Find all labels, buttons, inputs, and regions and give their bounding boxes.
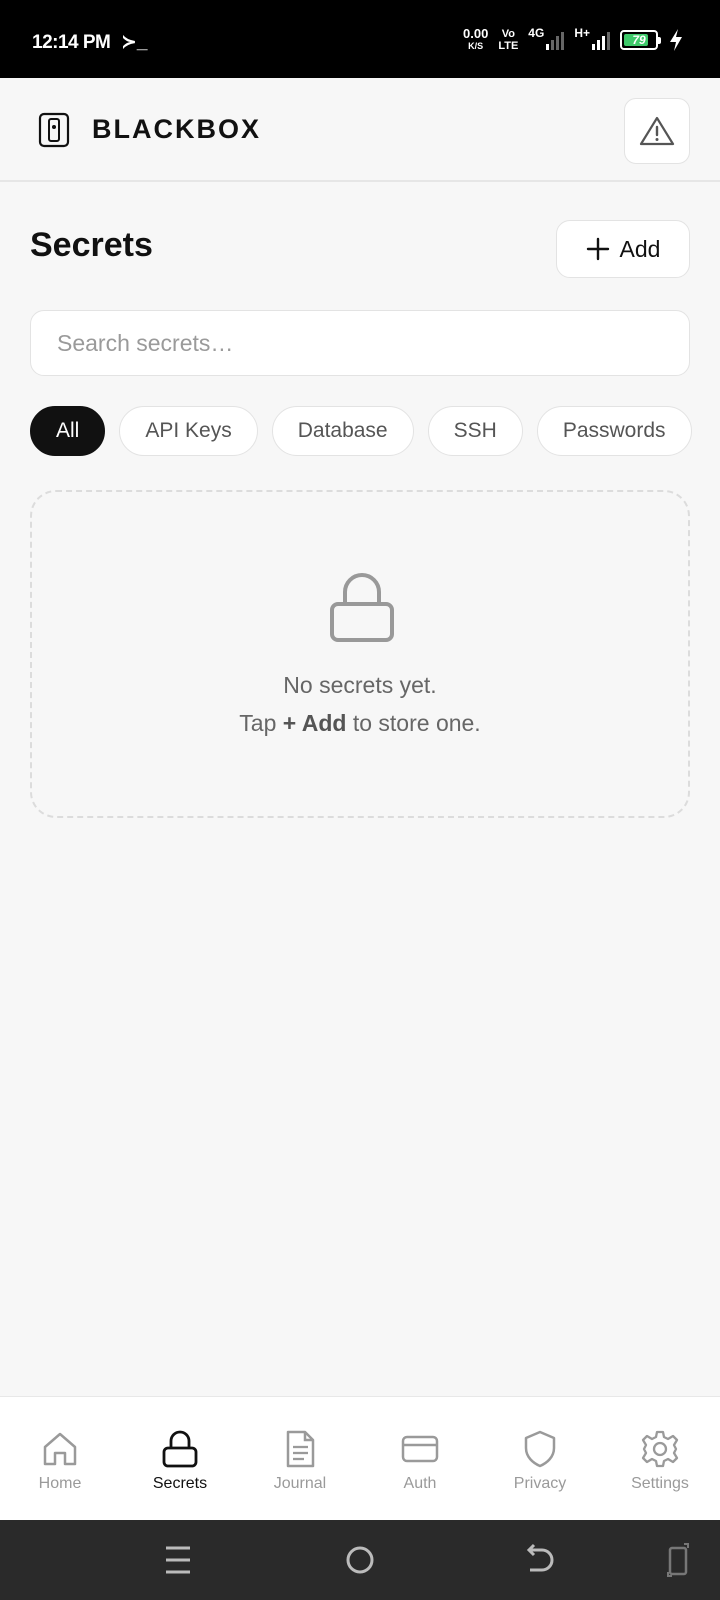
nav-item-home[interactable]: Home — [0, 1397, 120, 1520]
nav-item-journal[interactable]: Journal — [240, 1397, 360, 1520]
menu-icon[interactable] — [164, 1540, 192, 1580]
charging-icon — [670, 29, 682, 51]
back-icon[interactable] — [524, 1540, 556, 1580]
app-header: BLACKBOX — [0, 78, 720, 182]
system-navigation-bar — [0, 1520, 720, 1600]
empty-state-title: No secrets yet. — [283, 672, 437, 698]
signal-bars-icon — [546, 30, 565, 50]
lock-icon — [330, 573, 394, 642]
signal-sim2: H+ — [574, 26, 610, 50]
nav-label-settings: Settings — [631, 1475, 689, 1492]
battery-icon: 79 — [620, 30, 661, 50]
alert-button[interactable] — [624, 98, 690, 164]
app-brand: BLACKBOX — [92, 114, 261, 144]
network-type-1: 4G — [528, 26, 545, 40]
nav-item-auth[interactable]: Auth — [360, 1397, 480, 1520]
filter-chip-all[interactable]: All — [30, 406, 106, 456]
signal-bars-icon — [592, 30, 610, 50]
nav-item-secrets[interactable]: Secrets — [120, 1397, 240, 1520]
network-speed-value: 0.00 — [463, 26, 489, 41]
nav-label-home: Home — [38, 1475, 82, 1492]
hint-suffix: to store one. — [346, 710, 481, 736]
page-title: Secrets — [30, 226, 153, 264]
volte-top: Vo — [501, 28, 515, 40]
home-icon — [43, 1432, 77, 1466]
card-icon — [401, 1435, 439, 1463]
rotate-icon[interactable] — [664, 1540, 692, 1580]
gear-icon — [641, 1430, 679, 1468]
nav-item-privacy[interactable]: Privacy — [480, 1397, 600, 1520]
home-circle-icon[interactable] — [344, 1540, 376, 1580]
plus-icon — [586, 237, 609, 261]
status-bar: 12:14 PM ≻_ 0.00 K/S Vo LTE 4G H+ 79 — [0, 0, 720, 78]
hint-prefix: Tap — [239, 710, 283, 736]
device-icon — [38, 112, 70, 148]
filter-chip-passwords[interactable]: Passwords — [536, 406, 692, 456]
nav-label-auth: Auth — [403, 1475, 437, 1492]
filter-chip-api-keys[interactable]: API Keys — [119, 406, 258, 456]
network-speed-unit: K/S — [468, 41, 484, 51]
filter-chip-ssh[interactable]: SSH — [427, 406, 523, 456]
nav-label-journal: Journal — [273, 1475, 327, 1492]
filter-chip-database[interactable]: Database — [271, 406, 414, 456]
nav-label-privacy: Privacy — [513, 1475, 567, 1492]
search-input[interactable] — [30, 310, 690, 376]
empty-state: No secrets yet. Tap + Add to store one. — [30, 490, 690, 818]
hint-emphasis: + Add — [282, 710, 347, 736]
nav-item-settings[interactable]: Settings — [600, 1397, 720, 1520]
battery-percent: 79 — [632, 33, 646, 47]
empty-state-hint: Tap + Add to store one. — [32, 710, 688, 737]
volte-bottom: LTE — [498, 40, 519, 52]
filter-chips: All API Keys Database SSH Passwords — [30, 406, 692, 456]
document-icon — [286, 1430, 315, 1468]
network-speed: 0.00 K/S — [463, 26, 489, 52]
terminal-icon: ≻_ — [121, 32, 148, 53]
lock-icon — [162, 1430, 198, 1468]
add-secret-button[interactable]: Add — [556, 220, 690, 278]
nav-label-secrets: Secrets — [152, 1475, 208, 1492]
network-type-2: H+ — [574, 26, 590, 40]
status-indicators: 0.00 K/S Vo LTE 4G H+ 79 — [463, 22, 684, 58]
shield-icon — [524, 1430, 556, 1468]
bottom-navigation: Home Secrets Journal Auth Privacy Settin… — [0, 1396, 720, 1520]
add-button-label: Add — [619, 235, 661, 262]
volte-indicator: Vo LTE — [498, 28, 518, 52]
status-time: 12:14 PM — [32, 32, 111, 53]
warning-triangle-icon — [639, 116, 675, 146]
signal-sim1: 4G — [528, 26, 565, 50]
